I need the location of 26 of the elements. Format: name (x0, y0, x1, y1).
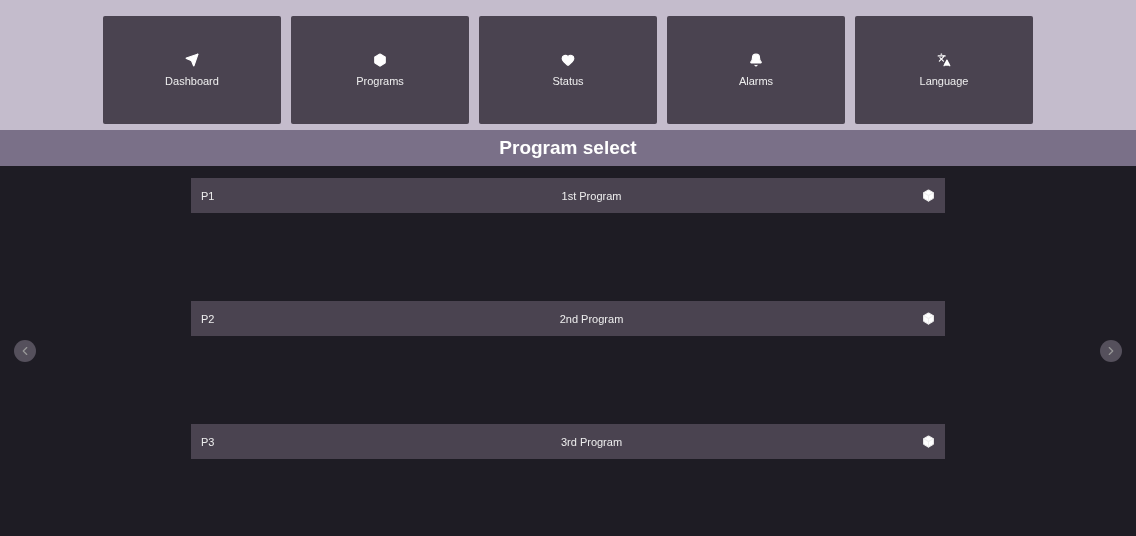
program-code: P2 (201, 312, 216, 325)
program-name: 3rd Program (559, 435, 624, 448)
nav-label: Alarms (738, 75, 774, 87)
program-row[interactable]: P1 1st Program (191, 178, 945, 213)
nav-label: Dashboard (165, 75, 219, 87)
program-row[interactable]: P3 3rd Program (191, 424, 945, 459)
program-name: 2nd Program (558, 312, 625, 325)
nav-tile[interactable]: Language (855, 16, 1033, 124)
nav-tile[interactable]: Alarms (667, 16, 845, 124)
next-button[interactable] (1100, 340, 1122, 362)
program-name: 1st Program (560, 189, 623, 202)
previous-button[interactable] (14, 340, 36, 362)
nav-label: Status (552, 75, 584, 87)
program-row[interactable]: P2 2nd Program (191, 301, 945, 336)
language-icon (937, 53, 951, 67)
page-title: Program select (499, 137, 637, 159)
program-code: P3 (201, 435, 216, 448)
send-icon (185, 53, 199, 67)
nav-tile[interactable]: Status (479, 16, 657, 124)
nav-tile[interactable]: Dashboard (103, 16, 281, 124)
nav-tile[interactable]: Programs (291, 16, 469, 124)
heart-icon (561, 53, 575, 67)
bell-icon (749, 53, 763, 67)
program-code: P1 (201, 189, 216, 202)
nav-label: Programs (356, 75, 404, 87)
nav-label: Language (919, 75, 969, 87)
